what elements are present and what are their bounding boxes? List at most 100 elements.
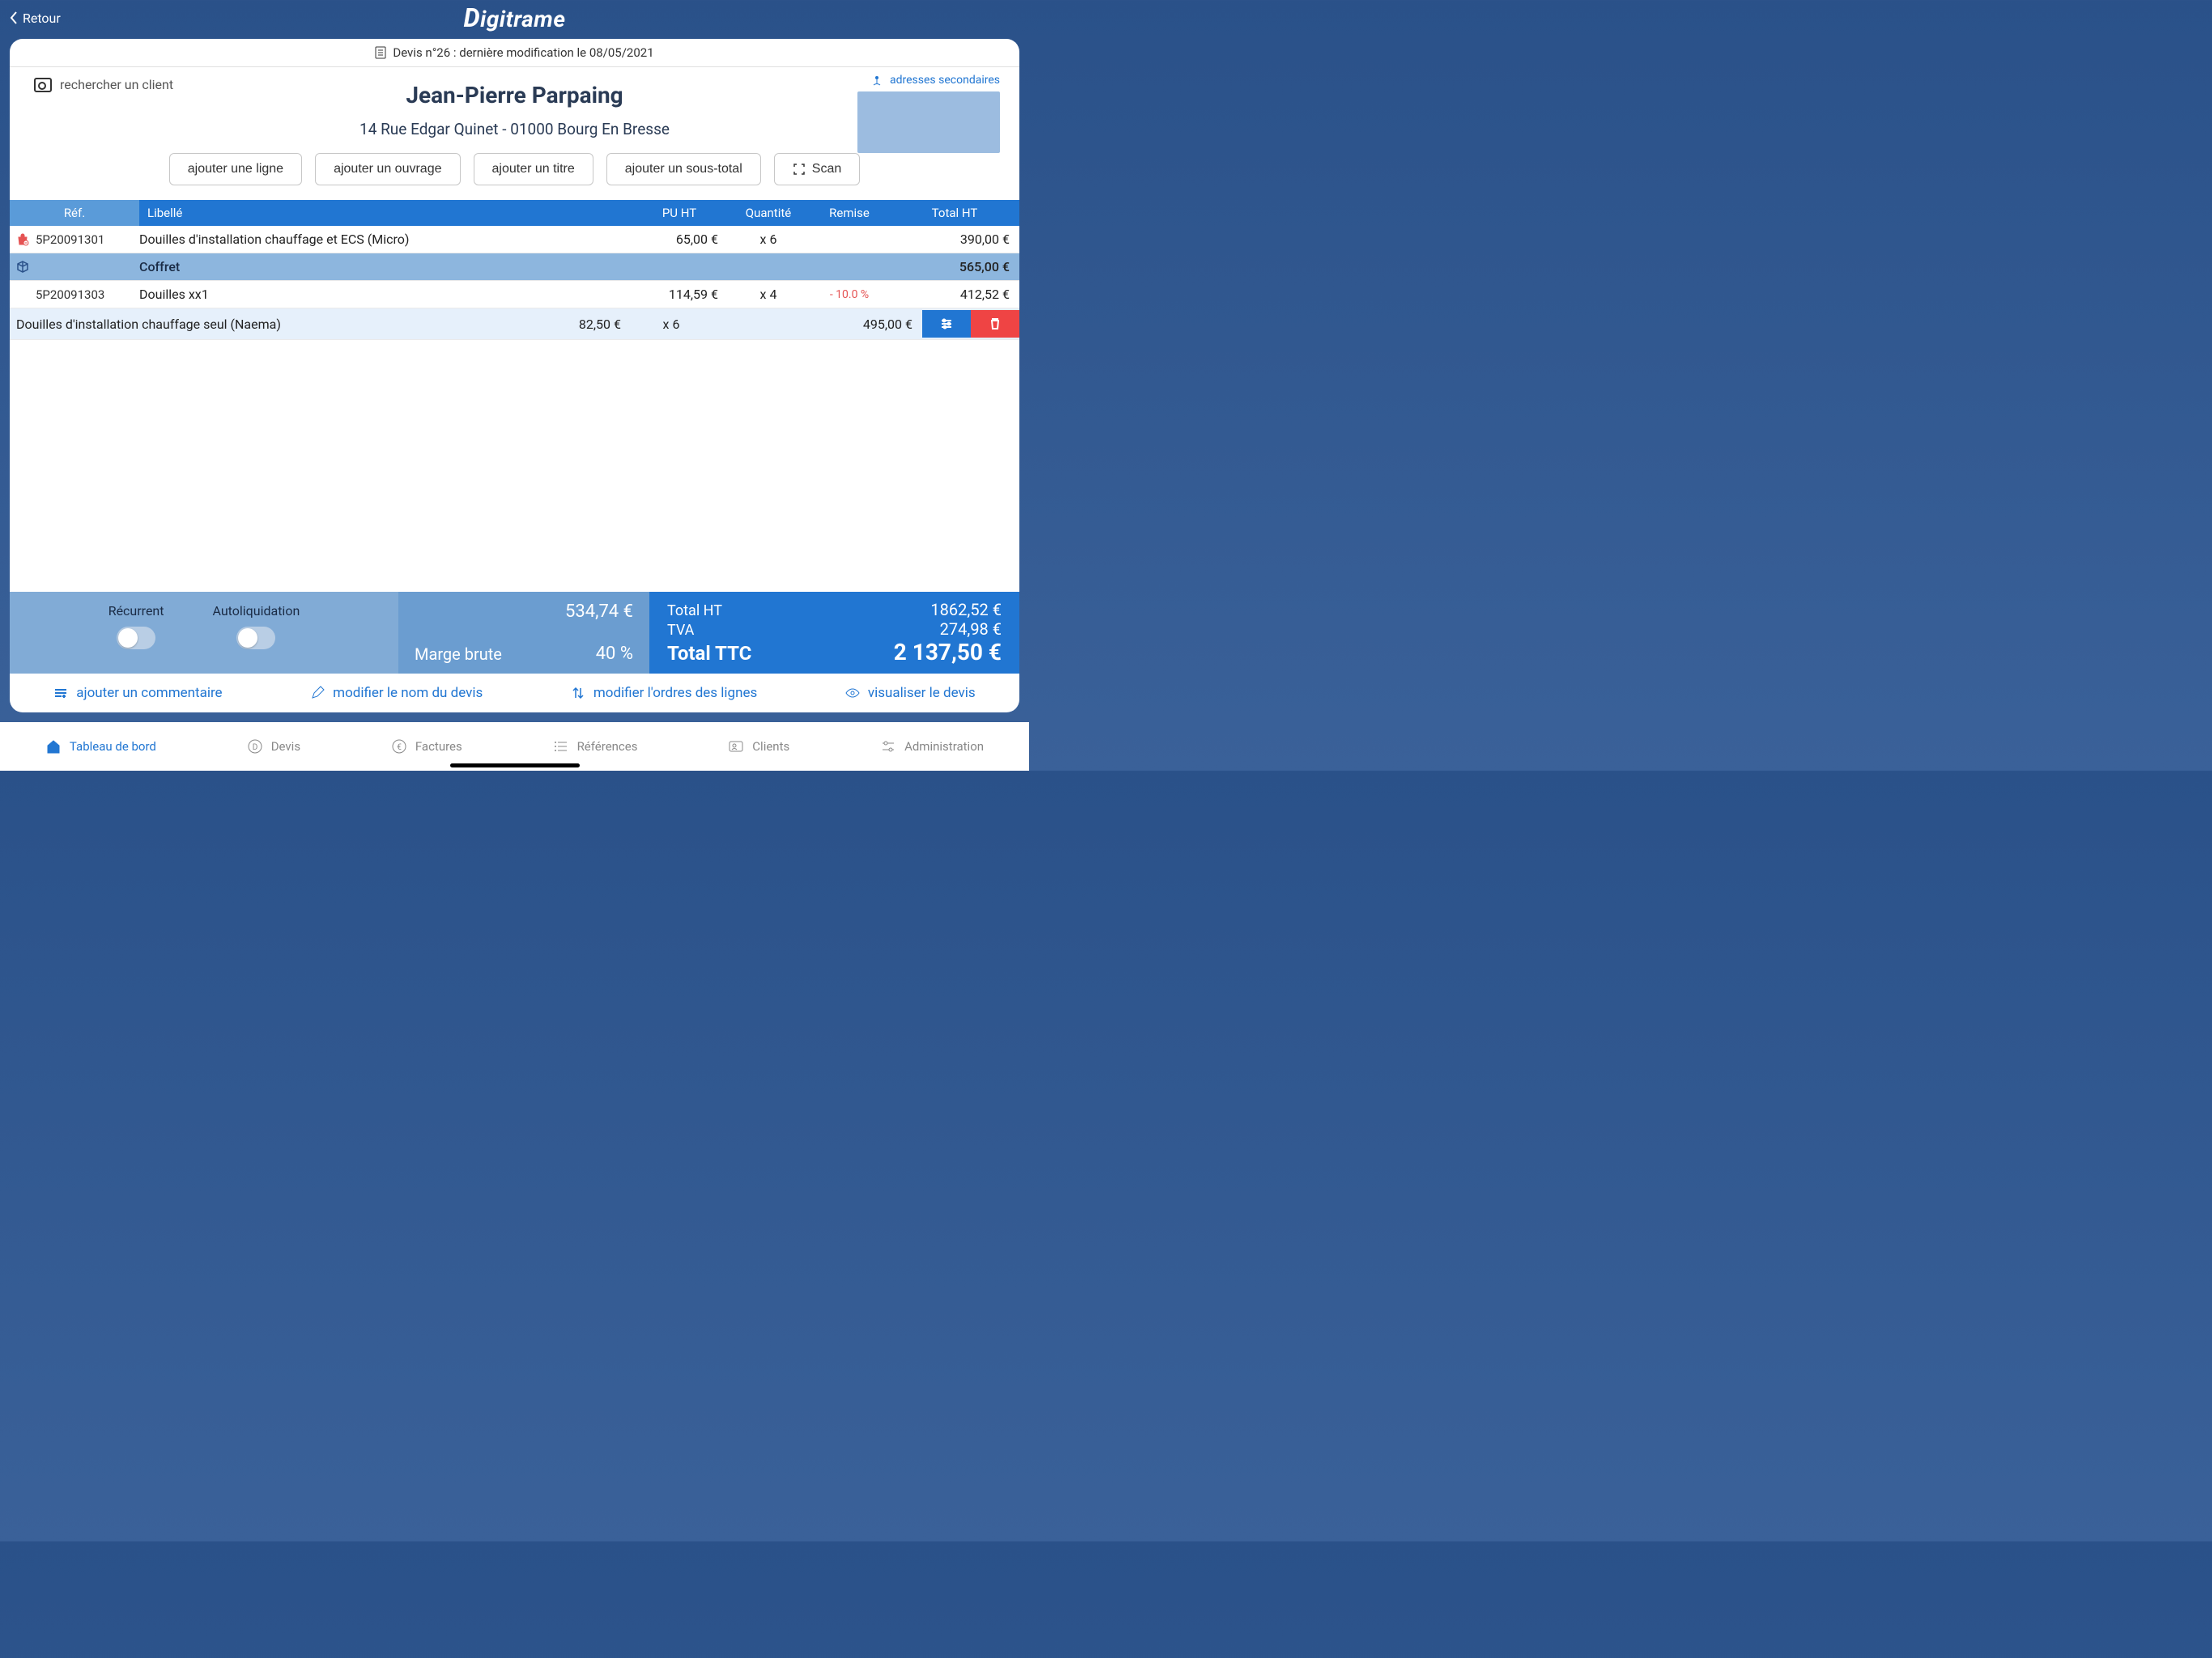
home-icon [45,738,62,755]
reorder-icon [571,686,585,700]
nav-dashboard[interactable]: Tableau de bord [45,738,156,755]
totals-panel: Total HT 1862,52 € TVA 274,98 € Total TTC 2… [649,592,1019,674]
bottom-nav: Tableau de bord D Devis € Factures Référen… [0,722,1029,771]
margin-amount: 534,74 € [415,602,633,622]
row-total: 565,00 € [890,259,1019,274]
invoice-icon: € [391,738,407,755]
document-title: Devis n°26 : dernière modification le 08… [393,45,653,60]
clients-icon [728,738,744,755]
recurrent-label: Récurrent [108,603,164,619]
row-total: 412,52 € [890,287,1019,302]
delete-row-button[interactable] [971,310,1019,338]
row-ref: 5P20091301 [36,232,139,247]
nav-invoices-label: Factures [415,739,462,754]
table-row[interactable]: Coffret 565,00 € [10,253,1019,281]
svg-text:D: D [252,743,257,752]
chevron-left-icon [10,11,18,24]
quote-icon: D [247,738,263,755]
add-work-button[interactable]: ajouter un ouvrage [315,153,460,185]
nav-admin-label: Administration [904,739,984,754]
rename-label: modifier le nom du devis [333,685,483,701]
scan-button[interactable]: Scan [774,153,860,185]
add-title-button[interactable]: ajouter un titre [474,153,593,185]
nav-invoices[interactable]: € Factures [391,738,462,755]
row-qty: x 4 [728,287,809,302]
nav-dashboard-label: Tableau de bord [70,739,156,754]
row-pu: 65,00 € [631,232,728,247]
header-label: Libellé [139,200,631,226]
row-total: 390,00 € [890,232,1019,247]
row-pu: 114,59 € [631,287,728,302]
pin-icon [870,74,883,87]
header-ref: Réf. [10,200,139,226]
table-row[interactable]: 5P20091301 Douilles d'installation chauf… [10,226,1019,253]
margin-panel: 534,74 € Marge brute 40 % [398,592,649,674]
nav-refs-label: Références [577,739,638,754]
list-icon [553,738,569,755]
row-qty: x 6 [631,317,712,332]
table-row[interactable]: 5P20091303 Douilles xx1 114,59 € x 4 - 1… [10,281,1019,308]
margin-label: Marge brute [415,644,502,664]
scan-label: Scan [812,162,841,176]
add-subtotal-button[interactable]: ajouter un sous-total [606,153,761,185]
pencil-icon [310,686,325,700]
cube-icon [15,260,30,274]
nav-quotes-label: Devis [271,739,300,754]
secondary-addresses-button[interactable]: adresses secondaires [870,74,1000,87]
row-label: Douilles xx1 [139,287,631,302]
nav-clients[interactable]: Clients [728,738,789,755]
home-indicator [450,763,580,767]
row-ref: 5P20091303 [36,287,139,302]
sliders-icon [939,317,954,331]
autoliq-label: Autoliquidation [213,603,300,619]
margin-pct: 40 % [596,644,633,664]
edit-row-button[interactable] [922,310,971,338]
total-ht-label: Total HT [667,602,722,619]
header-pu: PU HT [631,200,728,226]
client-search-label: rechercher un client [60,77,173,92]
scan-icon [793,163,806,176]
add-line-button[interactable]: ajouter une ligne [169,153,302,185]
row-qty: x 6 [728,232,809,247]
header-qty: Quantité [728,200,809,226]
main-card: Devis n°26 : dernière modification le 08… [10,39,1019,712]
nav-refs[interactable]: Références [553,738,638,755]
back-label: Retour [23,11,61,26]
document-icon [375,46,386,59]
header-discount: Remise [809,200,890,226]
nav-quotes[interactable]: D Devis [247,738,300,755]
brand-logo: Digitrame [464,2,566,33]
row-total: 495,00 € [793,317,922,332]
view-link[interactable]: visualiser le devis [845,685,976,701]
total-ttc: 2 137,50 € [894,639,1002,665]
options-panel: Récurrent Autoliquidation [10,592,398,674]
trash-icon [988,317,1002,331]
tva: 274,98 € [940,619,1002,639]
row-label: Douilles d'installation chauffage seul (… [16,317,534,332]
autoliq-toggle[interactable] [236,627,275,649]
map-thumbnail[interactable] [857,91,1000,153]
secondary-addresses-label: adresses secondaires [890,74,1000,87]
view-label: visualiser le devis [868,685,976,701]
document-title-bar: Devis n°26 : dernière modification le 08… [10,39,1019,67]
eye-icon [845,686,860,700]
client-search-button[interactable]: rechercher un client [34,77,173,92]
client-icon [34,78,52,92]
total-ht: 1862,52 € [930,600,1002,619]
rename-link[interactable]: modifier le nom du devis [310,685,483,701]
reorder-link[interactable]: modifier l'ordres des lignes [571,685,757,701]
table-row[interactable]: Douilles d'installation chauffage seul (… [10,308,1019,340]
table-header: Réf. Libellé PU HT Quantité Remise Total… [10,200,1019,226]
row-label: Coffret [139,259,631,274]
total-ttc-label: Total TTC [667,642,751,665]
client-name: Jean-Pierre Parpaing [29,82,1000,108]
row-pu: 82,50 € [534,317,631,332]
nav-admin[interactable]: Administration [880,738,984,755]
back-button[interactable]: Retour [10,11,61,26]
header-total: Total HT [890,200,1019,226]
recurrent-toggle[interactable] [117,627,155,649]
add-comment-link[interactable]: ajouter un commentaire [53,685,222,701]
tva-label: TVA [667,622,694,639]
settings-icon [880,738,896,755]
svg-text:€: € [397,743,402,752]
